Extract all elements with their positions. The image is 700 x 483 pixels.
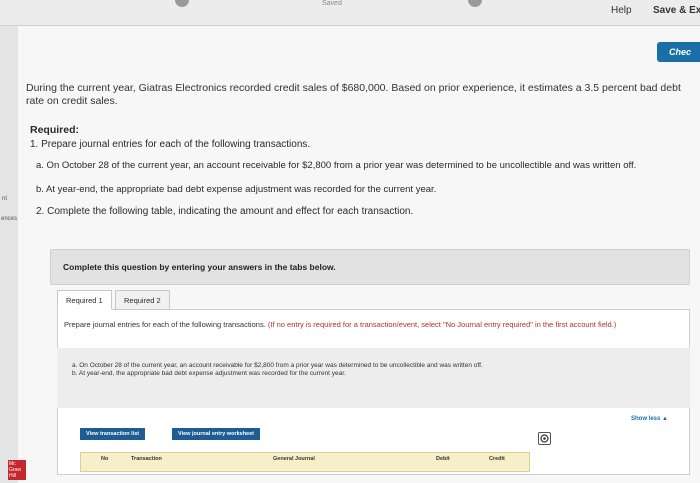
column-header-general-journal: General Journal [273, 456, 315, 462]
instructions-banner: Complete this question by entering your … [50, 249, 690, 285]
tab-required-2[interactable]: Required 2 [115, 290, 170, 310]
column-header-transaction: Transaction [131, 456, 162, 462]
help-link[interactable]: Help [611, 5, 632, 16]
transaction-b: b. At year-end, the appropriate bad debt… [36, 184, 437, 195]
required-1-text: 1. Prepare journal entries for each of t… [30, 139, 311, 150]
panel-instructions: Prepare journal entries for each of the … [64, 320, 654, 330]
sidebar-label[interactable]: ences [1, 216, 17, 222]
left-sidebar: nt ences [0, 26, 18, 483]
nav-circle-button[interactable] [175, 0, 189, 7]
panel-instruction-main: Prepare journal entries for each of the … [64, 320, 266, 329]
saved-status: Saved [322, 0, 342, 7]
settings-icon[interactable] [538, 432, 551, 445]
journal-grid-header: No Transaction General Journal Debit Cre… [80, 452, 530, 472]
panel-transaction-b: b. At year-end, the appropriate bad debt… [72, 370, 346, 377]
panel-transactions: a. On October 28 of the current year, an… [72, 362, 632, 378]
panel-transactions-box [57, 348, 690, 408]
view-journal-entry-worksheet-button[interactable]: View journal entry worksheet [172, 428, 261, 440]
required-heading: Required: [30, 124, 80, 136]
column-header-credit: Credit [489, 456, 505, 462]
save-exit-link[interactable]: Save & Ex [653, 5, 700, 16]
nav-circle-button[interactable] [468, 0, 482, 7]
top-bar: Saved Help Save & Ex [0, 0, 700, 26]
mcgraw-hill-logo: Mc Graw Hill [8, 460, 26, 480]
panel-transaction-a: a. On October 28 of the current year, an… [72, 362, 483, 369]
column-header-debit: Debit [436, 456, 450, 462]
column-header-no: No [101, 456, 109, 462]
sidebar-label[interactable]: nt [2, 196, 7, 202]
panel-instruction-note: (If no entry is required for a transacti… [267, 320, 617, 329]
required-2-text: 2. Complete the following table, indicat… [36, 206, 414, 217]
check-my-work-button[interactable]: Chec [657, 42, 700, 62]
show-less-link[interactable]: Show less ▲ [631, 416, 668, 422]
transaction-a: a. On October 28 of the current year, an… [36, 160, 637, 171]
tab-required-1[interactable]: Required 1 [57, 290, 112, 310]
problem-intro: During the current year, Giatras Electro… [26, 82, 681, 107]
view-transaction-list-button[interactable]: View transaction list [80, 428, 146, 440]
instructions-text: Complete this question by entering your … [63, 262, 336, 272]
